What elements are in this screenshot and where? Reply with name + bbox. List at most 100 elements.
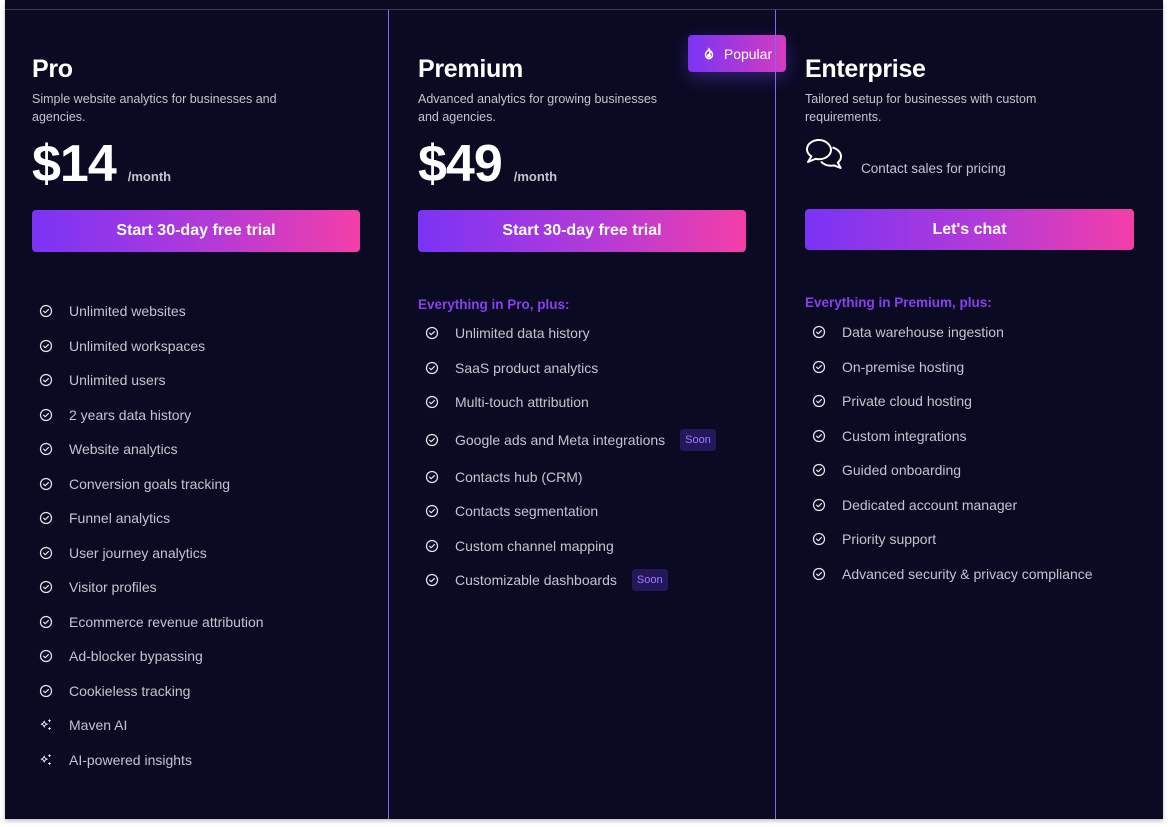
- check-circle-icon: [811, 497, 827, 513]
- check-circle-icon: [424, 469, 440, 485]
- feature-list: Data warehouse ingestion On-premise hosti…: [805, 315, 1093, 591]
- feature-label: User journey analytics: [69, 544, 207, 561]
- check-circle-icon: [38, 441, 54, 457]
- plan-card-premium: Popular Premium Advanced analytics for g…: [388, 10, 786, 819]
- feature-item: SaaS product analytics: [418, 351, 716, 386]
- feature-label: Google ads and Meta integrations: [455, 431, 666, 448]
- feature-item: Visitor profiles: [32, 570, 264, 605]
- plan-price: $49: [418, 135, 503, 193]
- check-circle-icon: [38, 579, 54, 595]
- feature-label: Data warehouse ingestion: [842, 324, 1004, 341]
- feature-label: Ad-blocker bypassing: [69, 648, 203, 665]
- soon-badge: Soon: [680, 428, 716, 451]
- plan-price: $14: [32, 135, 117, 193]
- feature-item: Unlimited websites: [32, 294, 264, 329]
- feature-item: AI-powered insights: [32, 743, 264, 778]
- feature-item: Contacts hub (CRM): [418, 460, 716, 495]
- feature-label: Ecommerce revenue attribution: [69, 613, 264, 630]
- feature-label: Unlimited websites: [69, 303, 186, 320]
- feature-label: Priority support: [842, 531, 937, 548]
- features-subhead: Everything in Premium, plus:: [805, 295, 992, 310]
- sparkles-icon: [38, 752, 54, 768]
- price-row: $14 /month: [32, 136, 171, 192]
- feature-label: On-premise hosting: [842, 358, 965, 375]
- feature-label: Advanced security & privacy compliance: [842, 565, 1093, 582]
- pricing-section: Pro Simple website analytics for busines…: [5, 0, 1163, 819]
- feature-list: Unlimited websites Unlimited workspaces Un…: [32, 294, 264, 777]
- check-circle-icon: [38, 510, 54, 526]
- check-circle-icon: [424, 538, 440, 554]
- feature-item: Custom integrations: [805, 419, 1093, 454]
- feature-list: Unlimited data history SaaS product analy…: [418, 316, 716, 598]
- plan-description: Tailored setup for businesses with custo…: [805, 92, 1037, 124]
- sparkles-icon: [38, 717, 54, 733]
- feature-label: Contacts hub (CRM): [455, 468, 583, 485]
- feature-label: Guided onboarding: [842, 462, 962, 479]
- check-circle-icon: [38, 303, 54, 319]
- check-circle-icon: [811, 462, 827, 478]
- feature-item: Guided onboarding: [805, 453, 1093, 488]
- price-period: /month: [513, 169, 558, 184]
- feature-item: Ad-blocker bypassing: [32, 639, 264, 674]
- check-circle-icon: [811, 428, 827, 444]
- feature-item: Unlimited data history: [418, 316, 716, 351]
- check-circle-icon: [424, 572, 440, 588]
- check-circle-icon: [424, 503, 440, 519]
- check-circle-icon: [424, 394, 440, 410]
- feature-item: Conversion goals tracking: [32, 467, 264, 502]
- feature-item: Private cloud hosting: [805, 384, 1093, 419]
- check-circle-icon: [38, 614, 54, 630]
- check-circle-icon: [38, 545, 54, 561]
- chat-bubbles-icon: [806, 139, 842, 169]
- feature-label: Unlimited users: [69, 372, 166, 389]
- feature-label: Funnel analytics: [69, 510, 171, 527]
- start-trial-button[interactable]: Start 30-day free trial: [32, 210, 360, 252]
- feature-item: Multi-touch attribution: [418, 385, 716, 420]
- feature-item: Customizable dashboards Soon: [418, 563, 716, 598]
- feature-label: AI-powered insights: [69, 751, 192, 768]
- check-circle-icon: [38, 372, 54, 388]
- check-circle-icon: [38, 648, 54, 664]
- plan-name: Pro: [32, 55, 73, 83]
- feature-label: Visitor profiles: [69, 579, 157, 596]
- feature-label: Dedicated account manager: [842, 496, 1018, 513]
- feature-label: Cookieless tracking: [69, 682, 191, 699]
- plan-name: Enterprise: [805, 55, 926, 83]
- feature-label: Unlimited workspaces: [69, 337, 206, 354]
- feature-label: Custom integrations: [842, 427, 967, 444]
- check-circle-icon: [424, 360, 440, 376]
- feature-item: Unlimited users: [32, 363, 264, 398]
- lets-chat-button[interactable]: Let's chat: [805, 209, 1134, 250]
- feature-item: Google ads and Meta integrations Soon: [418, 420, 716, 460]
- feature-label: Customizable dashboards: [455, 572, 617, 589]
- feature-item: Unlimited workspaces: [32, 329, 264, 364]
- feature-item: On-premise hosting: [805, 350, 1093, 385]
- plan-description: Simple website analytics for businesses …: [32, 92, 277, 124]
- feature-item: Custom channel mapping: [418, 529, 716, 564]
- feature-item: User journey analytics: [32, 536, 264, 571]
- contact-sales-text: Contact sales for pricing: [861, 161, 1006, 176]
- feature-item: Priority support: [805, 522, 1093, 557]
- feature-label: Private cloud hosting: [842, 393, 972, 410]
- feature-item: Maven AI: [32, 708, 264, 743]
- feature-item: Dedicated account manager: [805, 488, 1093, 523]
- feature-label: Contacts segmentation: [455, 503, 599, 520]
- plan-description: Advanced analytics for growing businesse…: [418, 92, 658, 124]
- feature-label: 2 years data history: [69, 406, 192, 423]
- check-circle-icon: [38, 683, 54, 699]
- check-circle-icon: [38, 476, 54, 492]
- plan-name: Premium: [418, 55, 523, 83]
- check-circle-icon: [811, 324, 827, 340]
- check-circle-icon: [811, 359, 827, 375]
- feature-label: Website analytics: [69, 441, 178, 458]
- feature-item: Advanced security & privacy compliance: [805, 557, 1093, 592]
- soon-badge: Soon: [631, 569, 668, 592]
- start-trial-button[interactable]: Start 30-day free trial: [418, 210, 746, 252]
- feature-label: Conversion goals tracking: [69, 475, 231, 492]
- feature-label: Multi-touch attribution: [455, 394, 589, 411]
- features-subhead: Everything in Pro, plus:: [418, 297, 570, 312]
- check-circle-icon: [811, 566, 827, 582]
- check-circle-icon: [424, 325, 440, 341]
- price-period: /month: [127, 169, 172, 184]
- price-row: $49 /month: [418, 136, 557, 192]
